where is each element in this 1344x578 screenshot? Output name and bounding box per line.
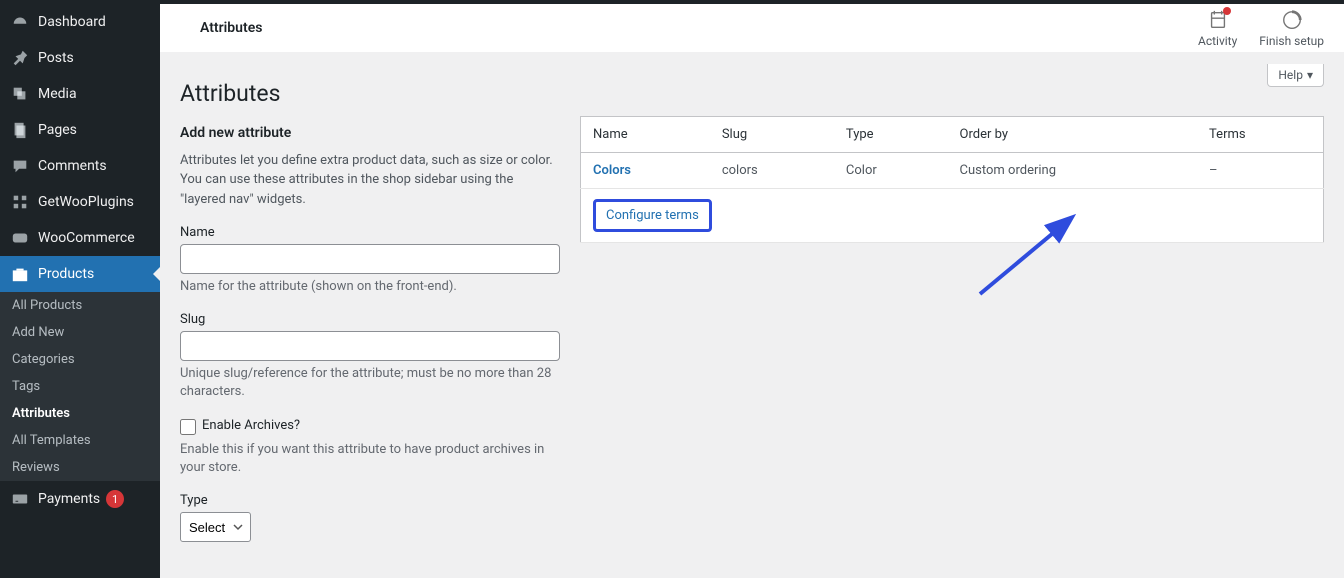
sidebar-item-pages[interactable]: Pages [0,112,160,148]
notification-dot [1223,7,1231,15]
slug-help: Unique slug/reference for the attribute;… [180,365,560,401]
submenu-add-new[interactable]: Add New [0,319,160,346]
chevron-down-icon: ▾ [1307,68,1313,82]
table-row: Colors colors Color Custom ordering – [581,152,1324,188]
sidebar-item-label: Posts [38,50,74,66]
attribute-terms: – [1197,152,1323,188]
sidebar-item-label: WooCommerce [38,230,135,246]
sidebar-item-label: Comments [38,158,107,174]
sidebar-item-media[interactable]: Media [0,76,160,112]
col-order-by[interactable]: Order by [948,116,1198,152]
submenu-all-templates[interactable]: All Templates [0,427,160,454]
finish-setup-icon [1280,8,1304,32]
activity-icon [1206,8,1230,32]
attribute-slug: colors [710,152,834,188]
sidebar-item-label: GetWooPlugins [38,194,134,210]
submenu-all-products[interactable]: All Products [0,292,160,319]
sidebar-item-label: Media [38,86,77,102]
table-row-actions: Configure terms [581,188,1324,242]
attributes-table: Name Slug Type Order by Terms Colors col… [580,116,1324,243]
media-icon [10,84,30,104]
finish-setup-button[interactable]: Finish setup [1259,8,1324,48]
page-header: Attributes Activity Finish setup [160,4,1344,52]
dashboard-icon [10,12,30,32]
submenu-reviews[interactable]: Reviews [0,454,160,481]
activity-button[interactable]: Activity [1198,8,1237,48]
col-terms[interactable]: Terms [1197,116,1323,152]
slug-label: Slug [180,312,560,327]
activity-label: Activity [1198,34,1237,48]
finish-setup-label: Finish setup [1259,34,1324,48]
products-submenu: All Products Add New Categories Tags Att… [0,292,160,481]
page-title: Attributes [180,80,560,107]
attribute-name-link[interactable]: Colors [593,163,631,178]
sidebar-item-products[interactable]: Products [0,256,160,292]
submenu-categories[interactable]: Categories [0,346,160,373]
configure-terms-highlight: Configure terms [593,199,712,232]
attribute-type: Color [834,152,948,188]
col-slug[interactable]: Slug [710,116,834,152]
submenu-tags[interactable]: Tags [0,373,160,400]
payments-badge: 1 [106,490,124,508]
add-attribute-heading: Add new attribute [180,125,560,141]
sidebar-item-payments[interactable]: Payments 1 [0,481,160,517]
page-header-title: Attributes [180,20,262,36]
sidebar-item-comments[interactable]: Comments [0,148,160,184]
sidebar-item-label: Dashboard [38,14,106,30]
sidebar-item-posts[interactable]: Posts [0,40,160,76]
configure-terms-link[interactable]: Configure terms [606,208,699,223]
woo-icon [10,228,30,248]
sidebar-item-dashboard[interactable]: Dashboard [0,4,160,40]
slug-input[interactable] [180,331,560,361]
help-tab[interactable]: Help ▾ [1267,64,1324,87]
payments-icon [10,489,30,509]
attribute-order-by: Custom ordering [948,152,1198,188]
sidebar-item-label: Products [38,266,94,282]
products-icon [10,264,30,284]
col-name[interactable]: Name [581,116,710,152]
name-label: Name [180,225,560,240]
sidebar-item-woocommerce[interactable]: WooCommerce [0,220,160,256]
enable-archives-help: Enable this if you want this attribute t… [180,441,560,477]
name-input[interactable] [180,244,560,274]
help-label: Help [1278,68,1303,82]
plugins-icon [10,192,30,212]
pages-icon [10,120,30,140]
type-label: Type [180,493,560,508]
name-help: Name for the attribute (shown on the fro… [180,278,560,296]
sidebar-item-label: Payments [38,491,100,507]
sidebar-item-getwooplugins[interactable]: GetWooPlugins [0,184,160,220]
attribute-description: Attributes let you define extra product … [180,151,560,210]
sidebar-item-label: Pages [38,122,77,138]
enable-archives-label: Enable Archives? [202,418,300,433]
admin-sidebar: Dashboard Posts Media Pages Comments Get… [0,4,160,578]
comments-icon [10,156,30,176]
submenu-attributes[interactable]: Attributes [0,400,160,427]
enable-archives-checkbox[interactable] [180,419,196,435]
type-select[interactable]: Select [180,512,251,542]
col-type[interactable]: Type [834,116,948,152]
pin-icon [10,48,30,68]
